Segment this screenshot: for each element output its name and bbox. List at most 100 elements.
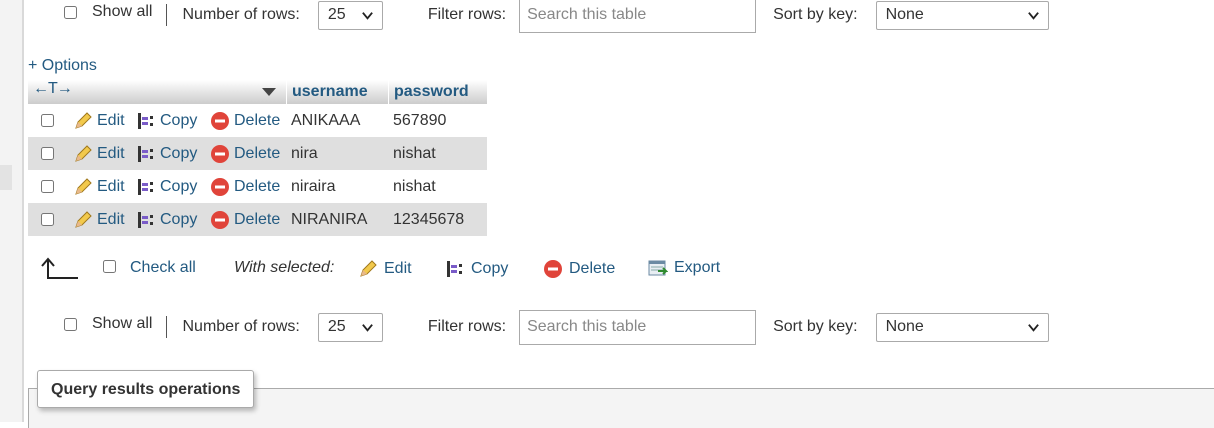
row-delete-button[interactable]: Delete (210, 111, 280, 131)
bulk-export-button[interactable]: Export (648, 259, 720, 277)
table-header: ←T→ username password (28, 80, 487, 104)
row-copy-button[interactable]: Copy (136, 210, 197, 230)
export-icon (648, 260, 668, 276)
filter-rows-label: Filter rows: (427, 318, 507, 335)
delete-label: Delete (234, 211, 281, 228)
rows-select-value: 25 (327, 318, 346, 335)
bulk-edit-button[interactable]: Edit (358, 259, 412, 279)
copy-label: Copy (160, 112, 198, 129)
row-edit-button[interactable]: Edit (73, 177, 125, 197)
show-all-checkbox[interactable] (64, 317, 77, 331)
bottom-navigation-bar: Show all Number of rows: 25 Filter rows:… (64, 309, 1049, 345)
row-copy-button[interactable]: Copy (136, 144, 197, 164)
delete-icon (211, 211, 229, 229)
row-edit-button[interactable]: Edit (73, 144, 125, 164)
rows-label: Number of rows: (182, 318, 300, 335)
options-link[interactable]: + Options (28, 57, 97, 75)
separator (166, 4, 168, 26)
rows-label: Number of rows: (182, 6, 300, 23)
chevron-down-icon (1027, 323, 1039, 332)
corner-arrow-icon (41, 257, 78, 279)
row-checkbox[interactable] (41, 180, 54, 193)
chevron-down-icon (1027, 11, 1039, 20)
bulk-copy-button[interactable]: Copy (445, 259, 508, 279)
left-panel-border (22, 0, 24, 422)
delete-icon (211, 112, 229, 130)
row-edit-button[interactable]: Edit (73, 111, 125, 131)
bulk-delete-label: Delete (569, 260, 616, 277)
bulk-delete-button[interactable]: Delete (543, 259, 615, 279)
row-delete-button[interactable]: Delete (210, 144, 280, 164)
row-checkbox[interactable] (41, 114, 54, 127)
rows-select[interactable]: 25 (317, 312, 383, 342)
check-all-label[interactable]: Check all (130, 259, 196, 277)
chevron-down-icon (362, 11, 373, 20)
delete-icon (211, 145, 229, 163)
copy-label: Copy (160, 211, 198, 228)
row-delete-button[interactable]: Delete (210, 210, 280, 230)
delete-label: Delete (234, 178, 281, 195)
cell-password[interactable]: nishat (393, 145, 436, 163)
column-header-password[interactable]: password (388, 80, 487, 104)
bulk-edit-label: Edit (384, 260, 412, 277)
pencil-icon (360, 260, 377, 277)
row-checkbox[interactable] (41, 213, 54, 226)
row-copy-button[interactable]: Copy (136, 111, 197, 131)
copy-label: Copy (160, 145, 198, 162)
bulk-actions-bar: Check all With selected: Edit Copy Delet… (40, 252, 740, 286)
sort-dropdown-header[interactable] (98, 80, 286, 104)
table-row: Edit Copy Delete niraira nishat (28, 170, 487, 203)
row-delete-button[interactable]: Delete (210, 177, 280, 197)
sort-by-key-select[interactable]: None (875, 0, 1049, 30)
check-all-checkbox[interactable] (103, 260, 116, 273)
left-panel-edge (0, 0, 22, 422)
sort-by-key-select[interactable]: None (875, 312, 1049, 342)
delete-label: Delete (234, 145, 281, 162)
column-header-username[interactable]: username (286, 80, 388, 104)
row-copy-button[interactable]: Copy (136, 177, 197, 197)
pencil-icon (75, 112, 92, 129)
copy-icon (138, 146, 153, 162)
bulk-copy-label: Copy (471, 260, 509, 277)
column-resize-control[interactable]: ←T→ (28, 80, 98, 104)
search-input[interactable] (519, 309, 757, 345)
table-row: Edit Copy Delete ANIKAAA 567890 (28, 104, 487, 137)
rows-select[interactable]: 25 (317, 0, 383, 30)
cell-username[interactable]: nira (291, 145, 318, 163)
cell-password[interactable]: nishat (393, 178, 436, 196)
edit-label: Edit (97, 112, 125, 129)
copy-icon (447, 261, 462, 277)
sort-triangle-icon (262, 88, 276, 96)
bulk-export-label: Export (674, 259, 721, 276)
left-panel-notch (0, 165, 12, 190)
table-row: Edit Copy Delete nira nishat (28, 137, 487, 170)
sort-select-value: None (885, 6, 924, 23)
rows-select-value: 25 (327, 6, 346, 23)
copy-icon (138, 113, 153, 129)
pencil-icon (75, 211, 92, 228)
delete-icon (211, 178, 229, 196)
delete-icon (544, 260, 562, 278)
pencil-icon (75, 178, 92, 195)
separator (166, 316, 168, 338)
search-input[interactable] (519, 0, 757, 33)
row-edit-button[interactable]: Edit (73, 210, 125, 230)
show-all-checkbox[interactable] (64, 5, 77, 19)
show-all-label[interactable]: Show all (92, 315, 152, 333)
cell-username[interactable]: NIRANIRA (291, 211, 367, 229)
chevron-down-icon (362, 323, 373, 332)
query-results-operations-title[interactable]: Query results operations (37, 370, 255, 408)
show-all-label[interactable]: Show all (92, 3, 152, 21)
with-selected-label: With selected: (234, 259, 335, 276)
delete-label: Delete (234, 112, 281, 129)
copy-label: Copy (160, 178, 198, 195)
sort-by-key-label: Sort by key: (773, 318, 858, 335)
edit-label: Edit (97, 145, 125, 162)
row-checkbox[interactable] (41, 147, 54, 160)
top-navigation-bar: Show all Number of rows: 25 Filter rows:… (64, 0, 1049, 33)
cell-password[interactable]: 12345678 (393, 211, 464, 229)
cell-username[interactable]: niraira (291, 178, 335, 196)
edit-label: Edit (97, 211, 125, 228)
cell-password[interactable]: 567890 (393, 112, 446, 130)
cell-username[interactable]: ANIKAAA (291, 112, 360, 130)
